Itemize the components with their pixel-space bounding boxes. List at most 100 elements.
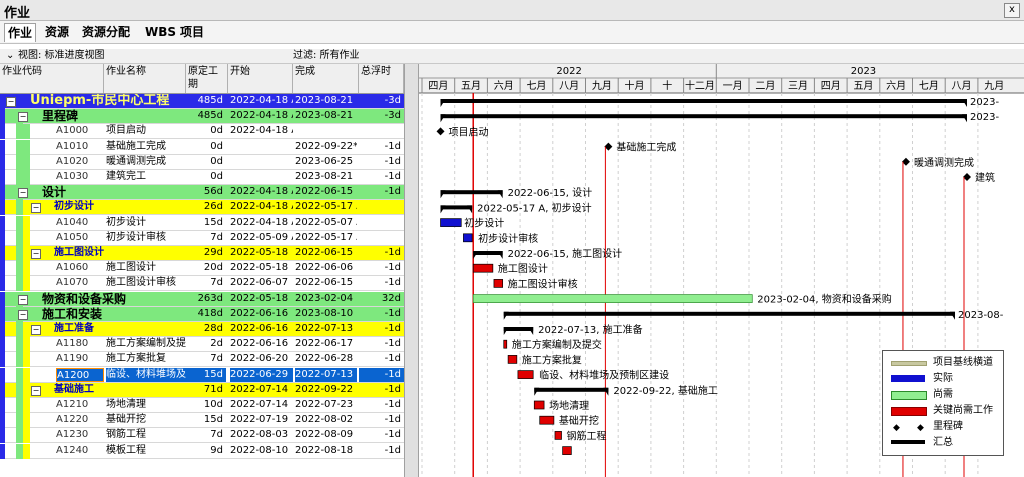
collapse-icon[interactable]: −: [6, 97, 16, 107]
tab-projects[interactable]: 项目: [177, 23, 207, 41]
table-row[interactable]: A1020 暖通调测完成 0d 2023-06-25 -1d: [0, 154, 404, 170]
tab-wbs[interactable]: WBS: [142, 23, 179, 41]
col-finish[interactable]: 完成: [293, 64, 359, 93]
table-row[interactable]: A1200 临设、材料堆场及 15d 2022-06-29 2022-07-13 -1d: [0, 367, 404, 383]
cell-dur: 10d: [203, 399, 223, 410]
month-label: 十月: [625, 79, 645, 92]
cell-code: A1230: [56, 429, 89, 441]
collapse-icon[interactable]: −: [18, 112, 28, 123]
critical-bar: [517, 370, 534, 379]
bar-label: 2023-08-: [958, 310, 1004, 321]
cell-start: 2022-04-18 A: [230, 125, 293, 137]
cell-start: [230, 140, 293, 154]
col-original-duration[interactable]: 原定工期: [186, 64, 228, 93]
table-row[interactable]: A1000 项目启动 0d 2022-04-18 A: [0, 124, 404, 140]
month-label: 一月: [723, 80, 743, 92]
table-row[interactable]: A1240 模板工程 9d 2022-08-10 2022-08-18 -1d: [0, 443, 404, 459]
filter-label[interactable]: 过滤: 所有作业: [293, 49, 360, 63]
pane-splitter[interactable]: [404, 64, 419, 477]
cell-code: 设计: [42, 185, 67, 200]
wbs-row[interactable]: − 施工准备 28d 2022-06-16 2022-07-13 -1d: [0, 322, 404, 337]
critical-bar: [472, 263, 494, 273]
cell-code: A1180: [56, 338, 89, 350]
collapse-icon[interactable]: −: [31, 203, 41, 214]
cell-name: 施工方案批复: [106, 353, 166, 365]
cell-dur: 9d: [210, 444, 223, 456]
bar-label: 钢筋工程: [567, 429, 607, 442]
table-row[interactable]: A1040 初步设计 15d 2022-04-18 A 2022-05-07 A: [0, 215, 404, 231]
collapse-icon[interactable]: −: [18, 309, 28, 320]
table-row[interactable]: A1070 施工图设计审核 7d 2022-06-07 2022-06-15 -1d: [0, 276, 404, 292]
cell-float: -1d: [384, 429, 401, 441]
wbs-row[interactable]: − 施工和安装 418d 2022-06-16 2023-08-10 -1d: [0, 306, 404, 322]
cell-start: 2022-06-16: [230, 307, 289, 319]
collapse-icon[interactable]: −: [31, 385, 41, 396]
view-selector[interactable]: 视图: 标准进度视图: [18, 49, 105, 63]
wbs-row[interactable]: − 里程碑 485d 2022-04-18 A 2023-08-21 -3d: [0, 109, 404, 125]
cell-finish: 2022-07-23: [295, 399, 354, 410]
bar-label: 2022-06-15, 施工图设计: [508, 247, 622, 260]
legend-remaining: 尚需: [883, 387, 1003, 402]
cell-start: 2022-07-14: [230, 399, 289, 410]
cell-finish: 2022-07-13: [295, 367, 357, 382]
legend-baseline: 项目基线横道: [883, 355, 1003, 370]
tab-resource-assignments[interactable]: 资源分配: [79, 23, 133, 41]
wbs-row[interactable]: − 设计 56d 2022-04-18 A 2022-06-15 -1d: [0, 185, 404, 201]
cell-name: 基础开挖: [106, 414, 146, 426]
table-row[interactable]: A1230 钢筋工程 7d 2022-08-03 2022-08-09 -1d: [0, 428, 404, 444]
cell-name: 建筑完工: [106, 171, 146, 182]
table-row[interactable]: A1060 施工图设计 20d 2022-05-18 2022-06-06 -1d: [0, 261, 404, 277]
bar-label: 项目启动: [449, 125, 489, 138]
wbs-row[interactable]: − 初步设计 26d 2022-04-18 A 2022-05-17 A: [0, 200, 404, 216]
cell-start: 2022-04-18 A: [230, 186, 293, 198]
cell-dur: 0d: [210, 140, 223, 152]
col-start[interactable]: 开始: [228, 64, 293, 93]
cell-start: 2022-07-14: [230, 383, 289, 395]
table-row[interactable]: A1030 建筑完工 0d 2023-08-21 -1d: [0, 170, 404, 185]
cell-dur: 263d: [197, 292, 223, 304]
year-label: 2023: [851, 66, 876, 77]
cell-float: -1d: [384, 399, 401, 410]
cell-dur: 485d: [197, 95, 223, 106]
collapse-icon[interactable]: −: [18, 294, 28, 305]
cell-dur: 418d: [197, 307, 223, 319]
cell-code: 基础施工: [54, 383, 94, 395]
tab-resources[interactable]: 资源: [42, 23, 72, 41]
col-total-float[interactable]: 总浮时: [359, 64, 404, 93]
wbs-row[interactable]: − 施工图设计 29d 2022-05-18 2022-06-15 -1d: [0, 246, 404, 261]
cell-finish: 2022-06-06: [295, 262, 354, 274]
bar-label: 2023-: [970, 97, 999, 108]
table-row[interactable]: A1180 施工方案编制及提 2d 2022-06-16 2022-06-17 -1d: [0, 337, 404, 353]
collapse-icon[interactable]: −: [18, 188, 28, 199]
cell-float: -1d: [384, 338, 401, 350]
cell-code: Uniepm-市民中心工程: [30, 94, 170, 108]
tab-activities[interactable]: 作业: [4, 23, 37, 42]
month-label: 四月: [428, 80, 448, 92]
col-activity-name[interactable]: 作业名称: [104, 64, 186, 93]
cell-start: 2022-08-03: [230, 429, 289, 441]
cell-dur: 7d: [210, 353, 223, 365]
table-row[interactable]: A1010 基础施工完成 0d 2022-09-22* -1d: [0, 139, 404, 155]
table-row[interactable]: A1050 初步设计审核 7d 2022-05-09 A 2022-05-17 A: [0, 230, 404, 246]
wbs-row[interactable]: − 物资和设备采购 263d 2022-05-18 2023-02-04 32d: [0, 291, 404, 307]
table-row[interactable]: A1220 基础开挖 15d 2022-07-19 2022-08-02 -1d: [0, 413, 404, 429]
cell-finish: 2022-06-15: [295, 247, 354, 258]
collapse-icon[interactable]: −: [31, 249, 41, 259]
collapse-icon[interactable]: −: [31, 325, 41, 335]
cell-start: 2022-06-16: [230, 338, 289, 350]
table-row[interactable]: A1210 场地清理 10d 2022-07-14 2022-07-23 -1d: [0, 398, 404, 413]
remaining-bar: [472, 294, 753, 303]
month-label: 七月: [919, 80, 939, 92]
cell-float: -1d: [384, 444, 401, 456]
close-icon[interactable]: x: [1004, 3, 1020, 18]
cell-float: -3d: [384, 110, 401, 122]
activity-table: 作业代码 作业名称 原定工期 开始 完成 总浮时 − Uniepm-市民中心工程 4…: [0, 64, 404, 477]
summary-bar: [440, 190, 503, 195]
table-row[interactable]: A1190 施工方案批复 7d 2022-06-20 2022-06-28 -1d: [0, 352, 404, 368]
milestone-marker: [436, 127, 445, 136]
cell-float: [359, 200, 404, 214]
wbs-row[interactable]: − Uniepm-市民中心工程 485d 2022-04-18 A 2023-08-21…: [0, 94, 404, 109]
chevron-down-icon[interactable]: ⌄: [6, 49, 14, 63]
wbs-row[interactable]: − 基础施工 71d 2022-07-14 2022-09-22 -1d: [0, 382, 404, 398]
col-activity-id[interactable]: 作业代码: [0, 64, 104, 93]
